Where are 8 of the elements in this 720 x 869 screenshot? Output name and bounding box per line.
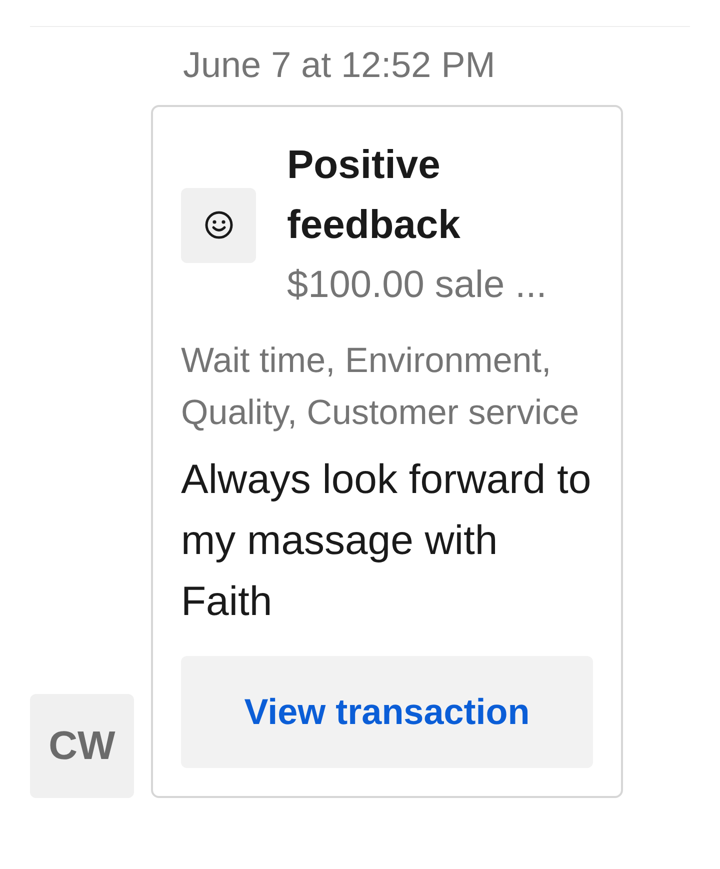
smiley-icon xyxy=(181,188,256,262)
sale-amount: $100.00 sale ... xyxy=(287,263,548,308)
view-transaction-button[interactable]: View transaction xyxy=(181,656,593,768)
avatar: CW xyxy=(30,694,134,798)
feedback-tags: Wait time, Environment, Quality, Customer service xyxy=(181,335,593,439)
timestamp: June 7 at 12:52 PM xyxy=(182,43,496,87)
feedback-message: Always look forward to my massage with Faith xyxy=(181,455,592,626)
feedback-title: Positive feedback xyxy=(287,142,462,249)
